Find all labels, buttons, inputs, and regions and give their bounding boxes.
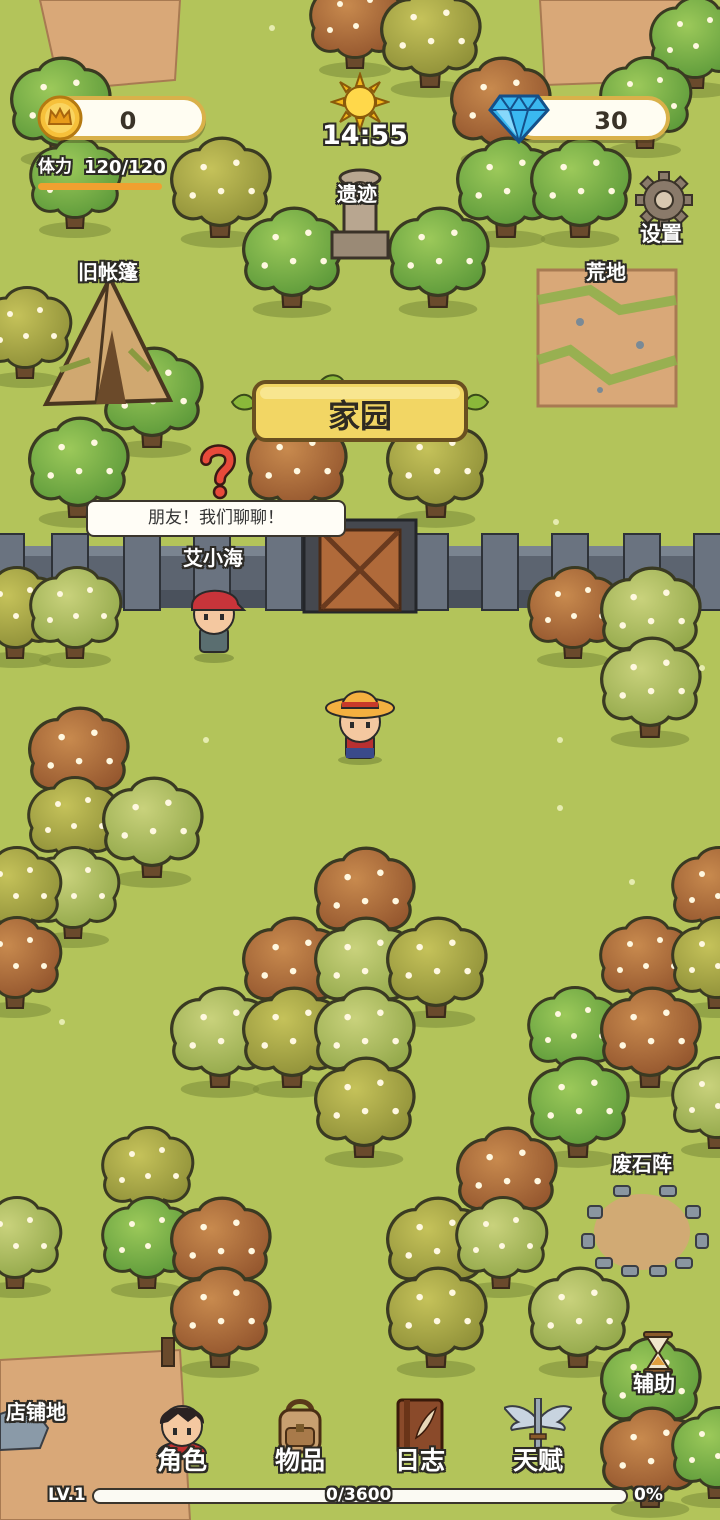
gear-icon xyxy=(635,171,693,229)
npc-speech-bubble[interactable]: 朋友！我们聊聊！ xyxy=(86,500,346,537)
diamond-icon xyxy=(488,94,550,144)
home-banner-title: 家园 xyxy=(327,397,392,435)
level-label: LV.1 xyxy=(48,1485,86,1505)
question-mark-icon[interactable] xyxy=(198,444,238,500)
nav-talent-button[interactable]: 天赋 xyxy=(490,1398,586,1484)
crown-coin-icon xyxy=(37,95,83,141)
stamina-value: 120/120 xyxy=(84,157,166,178)
place-label-shop[interactable]: 店铺地 xyxy=(6,1402,66,1422)
place-label-tent[interactable]: 旧帐篷 xyxy=(78,262,138,282)
nav-talent-label: 天赋 xyxy=(512,1446,563,1475)
npc-name: 艾小海 xyxy=(183,546,243,570)
nav-character-label: 角色 xyxy=(156,1446,207,1475)
xp-percent: 0% xyxy=(634,1485,663,1505)
nav-journal-label: 日志 xyxy=(394,1446,445,1475)
place-label-wasteland[interactable]: 荒地 xyxy=(586,262,626,282)
game-clock: 14:55 xyxy=(322,120,408,151)
assist-label: 辅助 xyxy=(633,1372,675,1396)
place-label-ruins[interactable]: 遗迹 xyxy=(337,184,377,204)
stamina-bar-fill xyxy=(38,183,162,190)
nav-items-button[interactable]: 物品 xyxy=(252,1398,348,1484)
nav-character-button[interactable]: 角色 xyxy=(134,1398,230,1484)
place-label-stone-ring[interactable]: 废石阵 xyxy=(612,1154,672,1174)
home-banner[interactable]: 家园 xyxy=(228,372,492,448)
hourglass-icon xyxy=(643,1331,673,1375)
xp-value: 0/3600 xyxy=(326,1485,392,1505)
stamina-bar xyxy=(38,183,162,190)
nav-journal-button[interactable]: 日志 xyxy=(372,1398,468,1484)
stamina-label: 体力 xyxy=(38,157,72,177)
wasteland-plot[interactable] xyxy=(536,268,678,408)
settings-label: 设置 xyxy=(640,222,682,246)
nav-items-label: 物品 xyxy=(274,1446,325,1475)
game-map[interactable] xyxy=(0,0,720,1520)
